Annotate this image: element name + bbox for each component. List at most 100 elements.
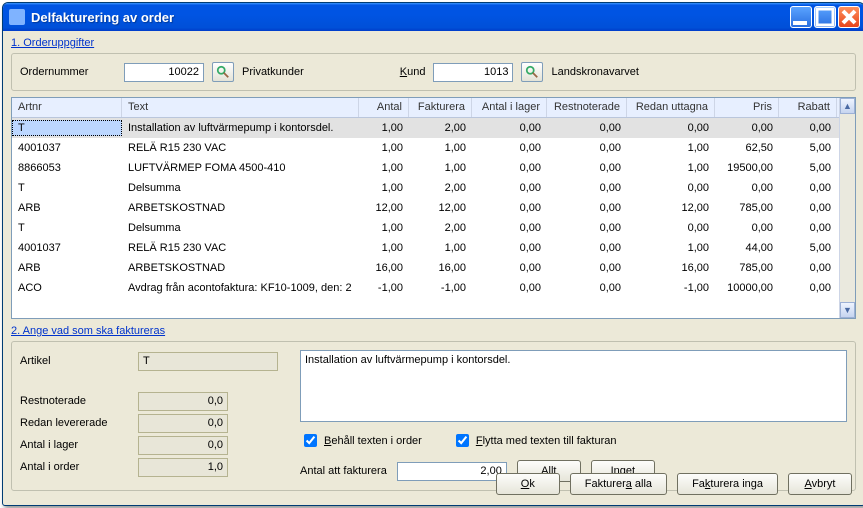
col-antal[interactable]: Antal	[359, 98, 409, 117]
table-row[interactable]: ACOAvdrag från acontofaktura: KF10-1009,…	[12, 278, 839, 298]
cell-rest: 0,00	[547, 160, 627, 176]
cell-lager: 0,00	[472, 280, 547, 296]
vertical-scrollbar[interactable]: ▲ ▼	[839, 98, 855, 318]
cell-pris: 785,00	[715, 200, 779, 216]
cell-lager: 0,00	[472, 120, 547, 136]
cell-rabatt: 0,00	[779, 280, 837, 296]
cell-text: RELÄ R15 230 VAC	[122, 140, 359, 156]
cell-artnr: T	[12, 220, 122, 236]
artikel-field	[138, 352, 278, 371]
minimize-button[interactable]	[790, 6, 812, 28]
cell-redan: 1,00	[627, 140, 715, 156]
col-fakturera[interactable]: Fakturera	[409, 98, 472, 117]
cell-lager: 0,00	[472, 220, 547, 236]
cell-rabatt: 5,00	[779, 140, 837, 156]
antal-fakturera-input[interactable]	[397, 462, 507, 481]
table-row[interactable]: TInstallation av luftvärmepump i kontors…	[12, 118, 839, 138]
cell-rabatt: 5,00	[779, 240, 837, 256]
cell-rest: 0,00	[547, 240, 627, 256]
cell-fakturera: 1,00	[409, 240, 472, 256]
cell-artnr: ARB	[12, 260, 122, 276]
cell-artnr: ARB	[12, 200, 122, 216]
col-artnr[interactable]: Artnr	[12, 98, 122, 117]
fakturera-inga-button[interactable]: Fakturera inga	[677, 473, 778, 495]
ordernr-input[interactable]	[124, 63, 204, 82]
cell-artnr: T	[12, 180, 122, 196]
titlebar[interactable]: Delfakturering av order	[3, 3, 863, 31]
avbryt-button[interactable]: Avbryt	[788, 473, 852, 495]
kund-lookup-button[interactable]	[521, 62, 543, 82]
cell-pris: 0,00	[715, 120, 779, 136]
dialog-footer: Ok Fakturera alla Fakturera inga Avbryt	[496, 473, 852, 495]
cell-antal: 1,00	[359, 120, 409, 136]
ordernr-lookup-button[interactable]	[212, 62, 234, 82]
kund-input[interactable]	[433, 63, 513, 82]
cell-antal: 1,00	[359, 180, 409, 196]
cell-pris: 785,00	[715, 260, 779, 276]
table-row[interactable]: ARBARBETSKOSTNAD12,0012,000,000,0012,007…	[12, 198, 839, 218]
table-header: Artnr Text Antal Fakturera Antal i lager…	[12, 98, 855, 118]
cell-rabatt: 0,00	[779, 220, 837, 236]
table-row[interactable]: 4001037RELÄ R15 230 VAC1,001,000,000,001…	[12, 138, 839, 158]
cell-fakturera: 1,00	[409, 140, 472, 156]
kund-name-label: Landskronavarvet	[551, 66, 638, 78]
col-antal-lager[interactable]: Antal i lager	[472, 98, 547, 117]
section1-link[interactable]: 1. Orderuppgifter	[11, 37, 94, 49]
cell-lager: 0,00	[472, 240, 547, 256]
cell-fakturera: 12,00	[409, 200, 472, 216]
cell-text: LUFTVÄRMEP FOMA 4500-410	[122, 160, 359, 176]
behall-check-input[interactable]	[304, 434, 317, 447]
magnifier-icon	[216, 65, 230, 79]
cell-lager: 0,00	[472, 140, 547, 156]
flytta-text-checkbox[interactable]: Flytta med texten till fakturan	[452, 431, 617, 450]
behall-text-checkbox[interactable]: Behåll texten i order	[300, 431, 422, 450]
cell-rest: 0,00	[547, 180, 627, 196]
restnoterade-label: Restnoterade	[20, 395, 138, 407]
ok-button[interactable]: Ok	[496, 473, 560, 495]
col-text[interactable]: Text	[122, 98, 359, 117]
section2-link[interactable]: 2. Ange vad som ska faktureras	[11, 325, 165, 337]
col-redan[interactable]: Redan uttagna	[627, 98, 715, 117]
cell-redan: -1,00	[627, 280, 715, 296]
table-row[interactable]: TDelsumma1,002,000,000,000,000,000,00	[12, 218, 839, 238]
scroll-track[interactable]	[840, 114, 855, 302]
fakturera-alla-button[interactable]: Fakturera alla	[570, 473, 667, 495]
col-pris[interactable]: Pris	[715, 98, 779, 117]
cell-fakturera: 2,00	[409, 180, 472, 196]
order-lines-table[interactable]: Artnr Text Antal Fakturera Antal i lager…	[11, 97, 856, 319]
table-row[interactable]: 4001037RELÄ R15 230 VAC1,001,000,000,001…	[12, 238, 839, 258]
window-title: Delfakturering av order	[31, 10, 174, 25]
ordernr-label: Ordernummer	[20, 66, 116, 78]
cell-fakturera: 2,00	[409, 220, 472, 236]
flytta-check-input[interactable]	[456, 434, 469, 447]
table-row[interactable]: ARBARBETSKOSTNAD16,0016,000,000,0016,007…	[12, 258, 839, 278]
cell-rest: 0,00	[547, 120, 627, 136]
antal-order-field	[138, 458, 228, 477]
scroll-up-button[interactable]: ▲	[840, 98, 855, 114]
table-row[interactable]: 8866053LUFTVÄRMEP FOMA 4500-4101,001,000…	[12, 158, 839, 178]
restnoterade-field	[138, 392, 228, 411]
cell-artnr: ACO	[12, 280, 122, 296]
cell-artnr: 4001037	[12, 140, 122, 156]
cell-lager: 0,00	[472, 160, 547, 176]
cell-text: Delsumma	[122, 220, 359, 236]
cell-rest: 0,00	[547, 200, 627, 216]
cell-redan: 16,00	[627, 260, 715, 276]
cell-redan: 0,00	[627, 180, 715, 196]
maximize-button[interactable]	[814, 6, 836, 28]
kund-label: Kund	[400, 66, 426, 78]
col-restnoterade[interactable]: Restnoterade	[547, 98, 627, 117]
cell-antal: 16,00	[359, 260, 409, 276]
magnifier-icon	[525, 65, 539, 79]
close-button[interactable]	[838, 6, 860, 28]
scroll-down-button[interactable]: ▼	[840, 302, 855, 318]
cell-rabatt: 5,00	[779, 160, 837, 176]
cell-text: Installation av luftvärmepump i kontorsd…	[122, 120, 359, 136]
description-textarea[interactable]: Installation av luftvärmepump i kontorsd…	[300, 350, 847, 422]
cell-antal: 1,00	[359, 240, 409, 256]
cell-redan: 0,00	[627, 220, 715, 236]
cell-fakturera: -1,00	[409, 280, 472, 296]
cell-rabatt: 0,00	[779, 120, 837, 136]
table-row[interactable]: TDelsumma1,002,000,000,000,000,000,00	[12, 178, 839, 198]
col-rabatt[interactable]: Rabatt	[779, 98, 837, 117]
